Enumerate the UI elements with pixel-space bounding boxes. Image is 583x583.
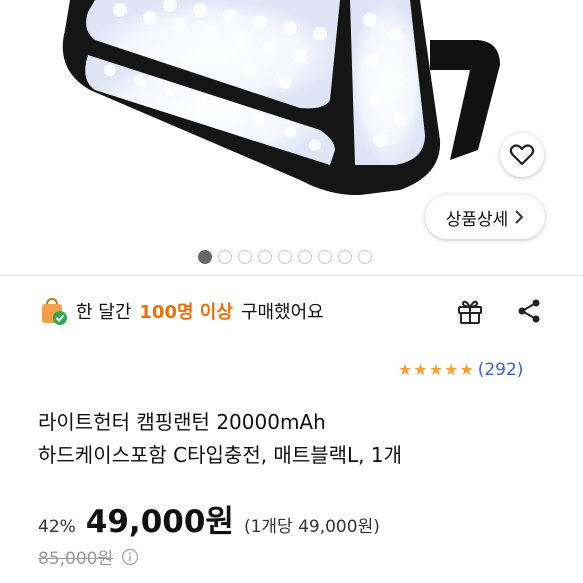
product-title: 라이트헌터 캠핑랜턴 20000mAh 하드케이스포함 C타입충전, 매트블랙L…	[38, 406, 558, 472]
product-title-line1: 라이트헌터 캠핑랜턴 20000mAh	[38, 410, 326, 434]
star-icon: ★	[444, 360, 459, 379]
share-icon[interactable]	[515, 297, 543, 325]
banner-highlight: 100명 이상	[139, 302, 233, 323]
product-title-line2: 하드케이스포함 C타입충전, 매트블랙L, 1개	[38, 443, 403, 467]
pagination-dot[interactable]	[298, 250, 312, 264]
star-icon: ★	[398, 360, 413, 379]
product-rating[interactable]: ★ ★ ★ ★ ★ (292)	[398, 360, 523, 380]
original-price-row: 85,000원	[38, 544, 139, 569]
pagination-dot[interactable]	[338, 250, 352, 264]
banner-prefix: 한 달간	[76, 302, 132, 323]
original-price: 85,000원	[38, 549, 114, 569]
heart-icon	[509, 144, 535, 166]
price-row: 42% 49,000원 (1개당 49,000원)	[38, 496, 380, 541]
info-icon[interactable]	[121, 548, 139, 566]
star-icon: ★	[459, 360, 474, 379]
product-actions	[455, 296, 543, 326]
pagination-dot[interactable]	[238, 250, 252, 264]
product-detail-button[interactable]: 상품상세	[425, 195, 545, 239]
star-icon: ★	[428, 360, 444, 379]
rating-stars: ★ ★ ★ ★ ★	[398, 362, 474, 378]
pagination-dot[interactable]	[358, 250, 372, 264]
pagination-dot[interactable]	[278, 250, 292, 264]
pagination-dot[interactable]	[218, 250, 232, 264]
purchase-count-banner: 한 달간 100명 이상 구매했어요	[38, 294, 324, 328]
banner-suffix: 구매했어요	[240, 302, 324, 323]
pagination-dot[interactable]	[318, 250, 332, 264]
wishlist-button[interactable]	[500, 133, 544, 177]
discount-rate: 42%	[38, 517, 76, 537]
chevron-right-icon	[515, 210, 524, 224]
star-icon: ★	[413, 360, 428, 379]
product-detail-label: 상품상세	[445, 209, 509, 230]
pagination-dot[interactable]	[258, 250, 272, 264]
sale-price: 49,000원	[85, 504, 234, 540]
section-divider	[0, 275, 583, 276]
gallery-pagination	[198, 250, 372, 264]
review-count-link[interactable]: (292)	[478, 360, 524, 380]
product-image-gallery[interactable]: 상품상세	[0, 0, 583, 275]
unit-price: (1개당 49,000원)	[243, 517, 380, 537]
gift-icon[interactable]	[455, 296, 485, 326]
shopping-bag-check-icon	[42, 297, 67, 325]
pagination-dot[interactable]	[198, 250, 212, 264]
